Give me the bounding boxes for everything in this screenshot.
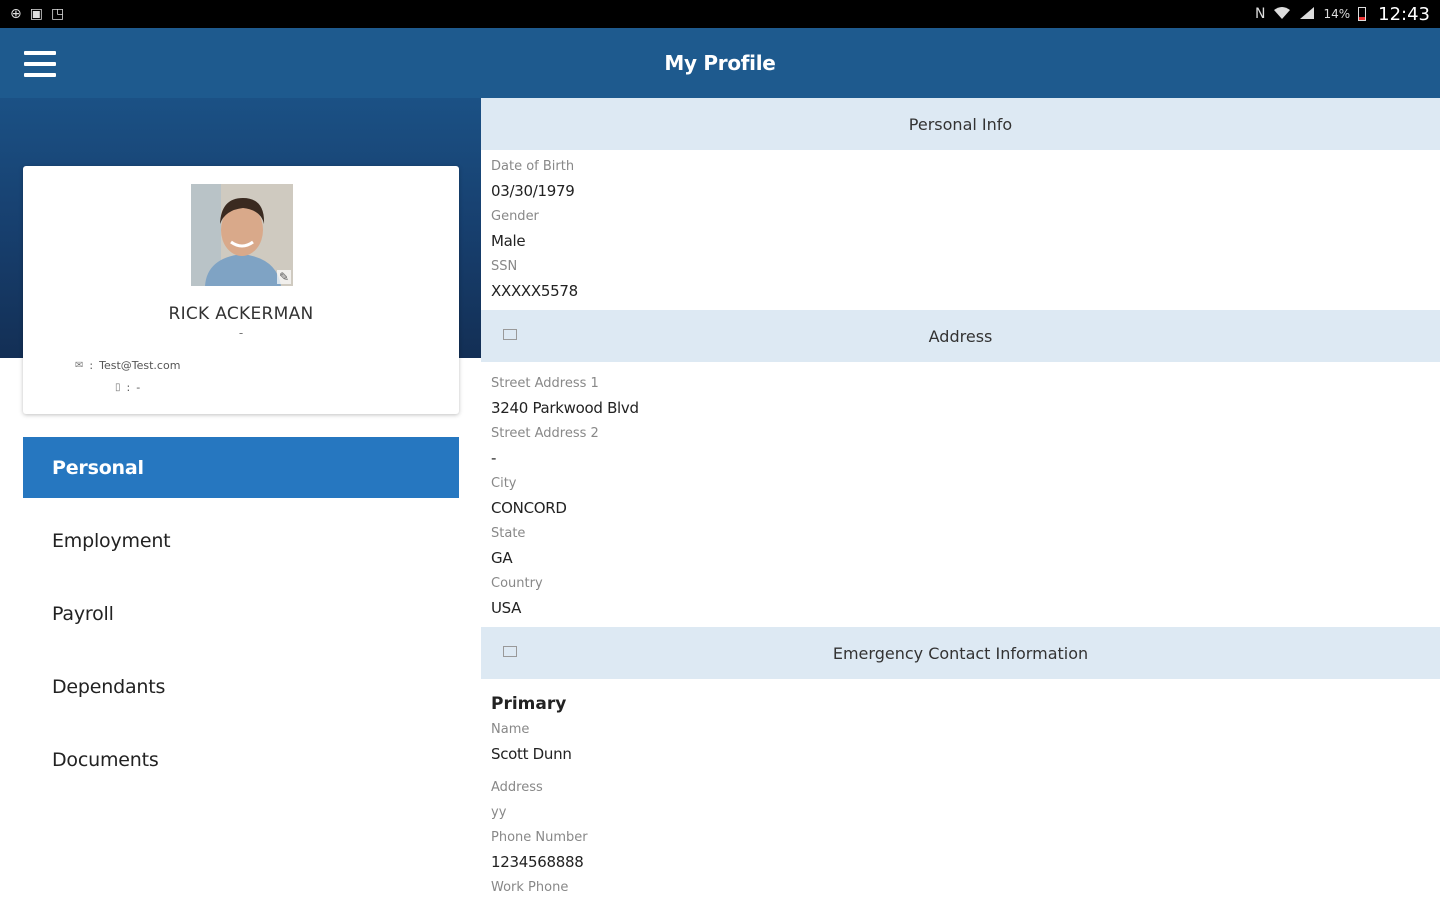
field-label: Name — [491, 722, 530, 737]
field-label: Address — [491, 780, 543, 795]
section-title: Emergency Contact Information — [832, 643, 1089, 663]
field-label: Street Address 2 — [491, 426, 599, 441]
email-separator: : — [89, 359, 94, 372]
battery-icon — [1358, 7, 1367, 21]
wifi-icon — [1273, 6, 1291, 23]
contact-email-row: ✉ : Test@Test.com — [75, 359, 180, 372]
personal-info-fields: Date of Birth 03/30/1979 Gender Male SSN… — [481, 150, 1440, 310]
section-header-emergency-contact[interactable]: Emergency Contact Information — [481, 627, 1440, 679]
nav-item-personal[interactable]: Personal — [23, 437, 459, 498]
field-label: Gender — [491, 209, 539, 224]
field-label: Country — [491, 576, 543, 591]
primary-contact-heading: Primary — [491, 694, 567, 714]
field-label: Work Phone — [491, 880, 569, 895]
signal-icon — [1299, 6, 1315, 23]
field-value: Scott Dunn — [491, 745, 572, 763]
profile-card: ✎ RICK ACKERMAN - ✉ : Test@Test.com ▯ : … — [23, 166, 459, 414]
field-value: Male — [491, 232, 526, 250]
nav-item-documents[interactable]: Documents — [23, 729, 459, 790]
profile-nav: Personal Employment Payroll Dependants D… — [23, 437, 459, 802]
screenshot-icon: ◳ — [50, 6, 65, 22]
field-label: SSN — [491, 259, 518, 274]
app-bar: My Profile — [0, 28, 1440, 98]
field-label: Street Address 1 — [491, 376, 599, 391]
page-title: My Profile — [664, 51, 776, 75]
nav-item-payroll[interactable]: Payroll — [23, 583, 459, 644]
profile-content: Personal Info Date of Birth 03/30/1979 G… — [481, 98, 1440, 900]
field-value: CONCORD — [491, 499, 567, 517]
section-header-address[interactable]: Address — [481, 310, 1440, 362]
edit-section-icon[interactable] — [503, 329, 517, 340]
field-label: State — [491, 526, 526, 541]
field-label: Date of Birth — [491, 159, 575, 174]
clock-time: 12:43 — [1378, 3, 1430, 25]
section-title: Personal Info — [908, 114, 1013, 134]
status-bar: ⊕ ▣ ◳ N 14% 12:43 — [0, 0, 1440, 28]
phone-value: - — [136, 381, 141, 394]
nfc-icon: N — [1254, 6, 1266, 22]
phone-icon: ▯ — [115, 382, 121, 393]
battery-percent: 14% — [1323, 7, 1351, 21]
nav-item-employment[interactable]: Employment — [23, 510, 459, 571]
email-icon: ✉ — [75, 360, 84, 371]
status-bar-right: N 14% 12:43 — [1255, 4, 1430, 25]
field-value: USA — [491, 599, 522, 617]
email-value[interactable]: Test@Test.com — [99, 359, 180, 372]
field-value: yy — [491, 805, 507, 820]
field-label: Phone Number — [491, 830, 588, 845]
avatar[interactable]: ✎ — [191, 184, 293, 286]
hamburger-menu-icon[interactable] — [24, 51, 56, 77]
field-value: 1234568888 — [491, 853, 584, 871]
emergency-contact-fields: Primary Name Scott Dunn Address yy Phone… — [481, 679, 1440, 900]
contact-phone-row: ▯ : - — [115, 381, 140, 394]
field-value: 03/30/1979 — [491, 182, 575, 200]
message-icon: ▣ — [29, 6, 43, 22]
field-label: City — [491, 476, 517, 491]
field-value: 3240 Parkwood Blvd — [491, 399, 639, 417]
field-value: - — [491, 449, 497, 467]
profile-subtitle: - — [238, 326, 244, 340]
section-title: Address — [928, 326, 993, 346]
section-header-personal-info: Personal Info — [481, 98, 1440, 150]
phone-separator: : — [126, 381, 131, 394]
profile-name: RICK ACKERMAN — [168, 304, 314, 324]
field-value: XXXXX5578 — [491, 282, 578, 300]
edit-section-icon[interactable] — [503, 646, 517, 657]
nav-item-dependants[interactable]: Dependants — [23, 656, 459, 717]
address-fields: Street Address 1 3240 Parkwood Blvd Stre… — [481, 362, 1440, 627]
edit-photo-icon[interactable]: ✎ — [277, 270, 291, 284]
field-value: GA — [491, 549, 513, 567]
notification-icon: ⊕ — [10, 6, 22, 22]
status-bar-left: ⊕ ▣ ◳ — [10, 7, 64, 21]
